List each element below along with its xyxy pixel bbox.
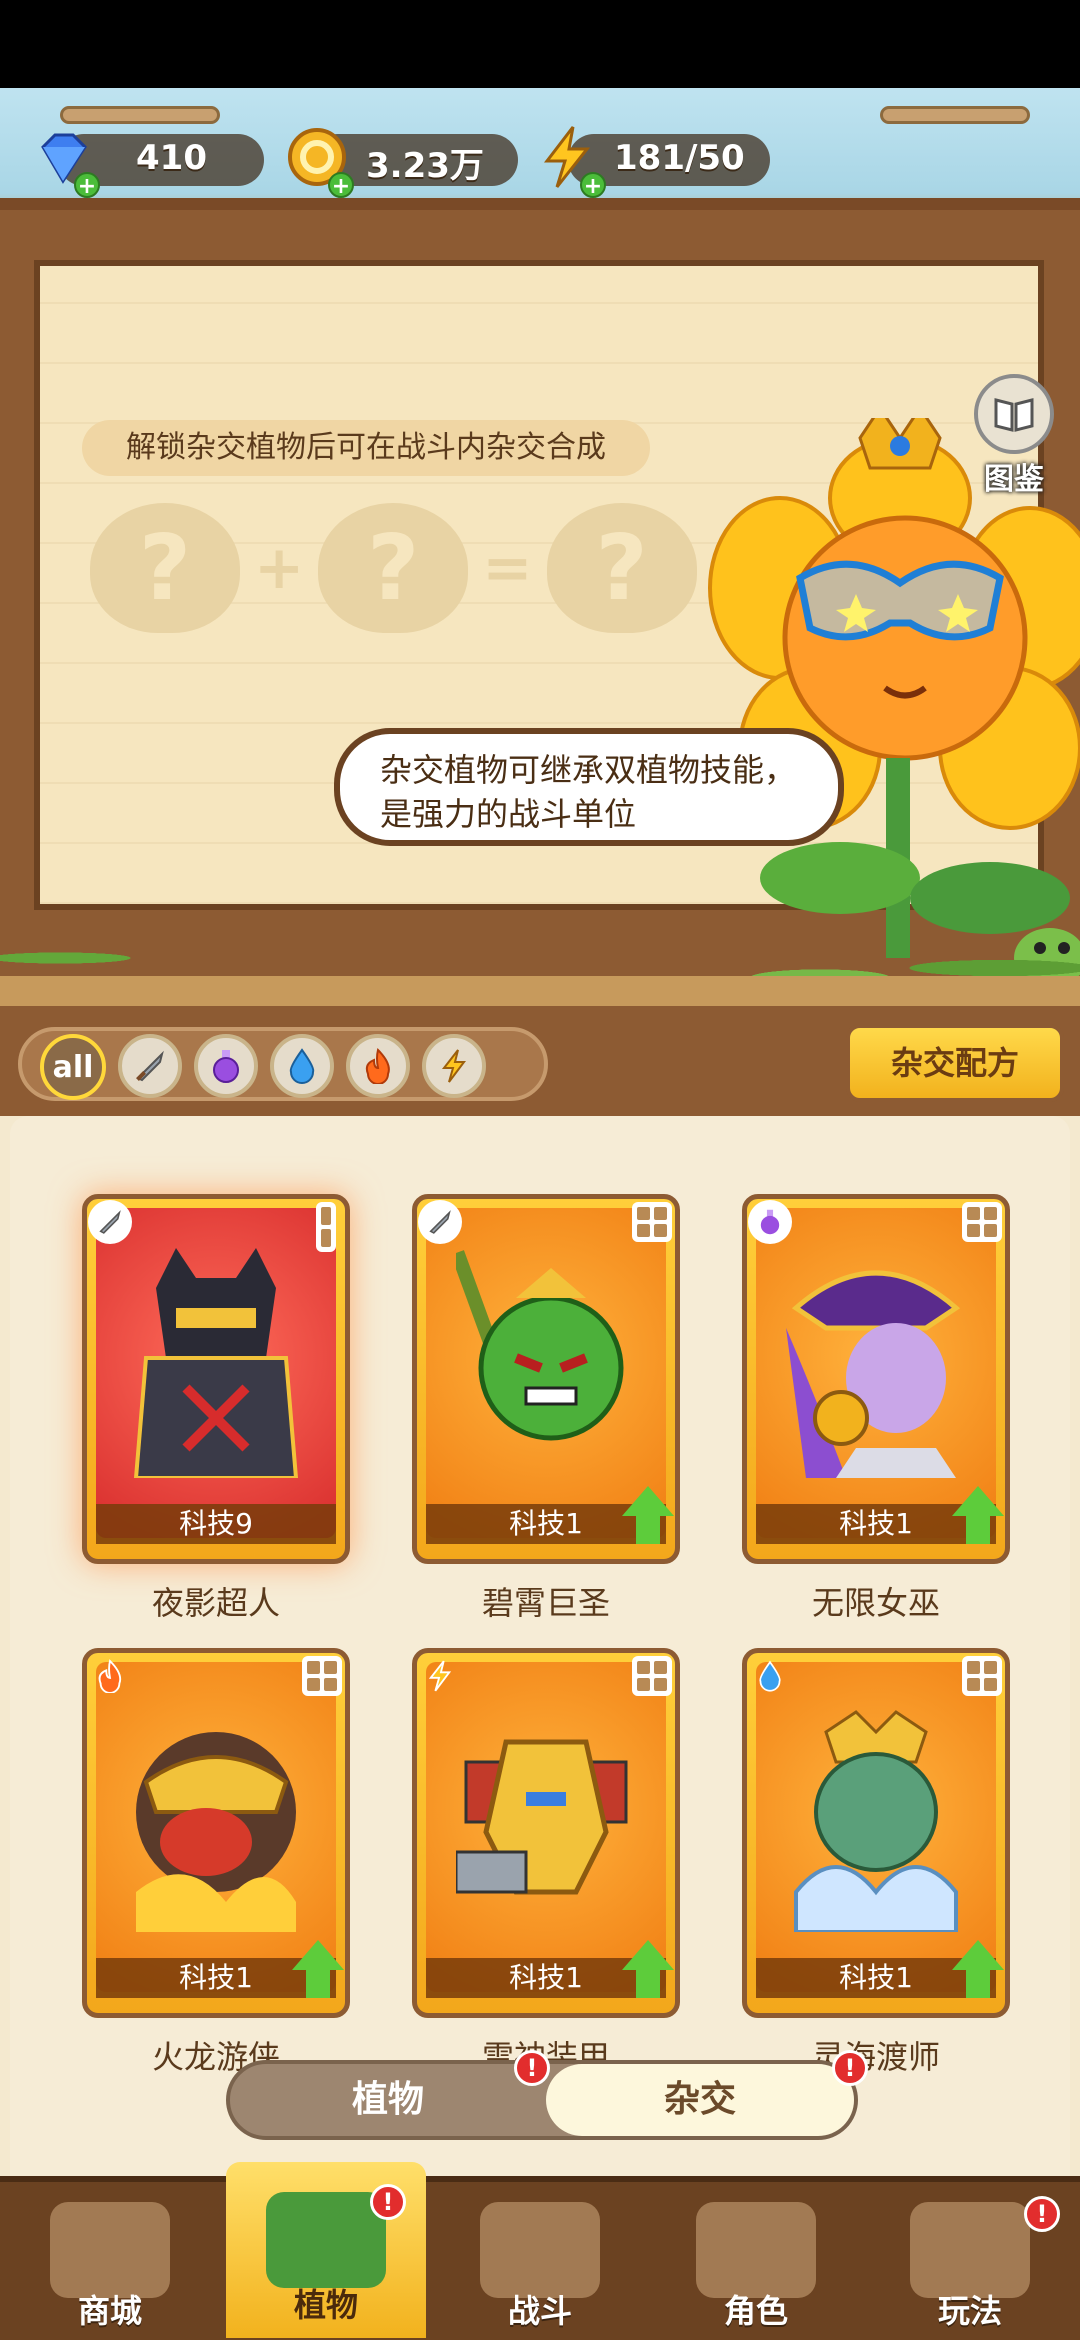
upgrade-arrow-stem	[306, 1968, 330, 1998]
ground-strip	[0, 976, 1080, 1006]
plants-icon	[266, 2192, 386, 2288]
plant-card[interactable]: 科技9	[82, 1194, 350, 1564]
add-coins-icon[interactable]: +	[328, 172, 354, 199]
filter-bar: all 杂交配方	[0, 1006, 1080, 1116]
sword-icon[interactable]	[118, 1034, 182, 1098]
coin-count: 3.23万	[366, 146, 484, 186]
bottom-nav: 商城 植物 战斗 角色 玩法	[0, 2162, 1080, 2340]
nav-character[interactable]: 角色	[656, 2188, 856, 2340]
unknown-plant-icon: ?	[318, 503, 469, 633]
game-scene: + 410 + 3.23万 + 181/50 解锁杂交植物后可在战斗内杂交合成 …	[0, 88, 1080, 2340]
water-drop-icon	[748, 1654, 792, 1698]
filter-all[interactable]: all	[40, 1034, 106, 1100]
fire-icon	[88, 1654, 132, 1698]
plants-nav-alert-badge: !	[370, 2184, 406, 2220]
fire-icon[interactable]	[346, 1034, 410, 1098]
nav-label: 商城	[77, 2292, 142, 2330]
fire-dragon-ranger-art	[136, 1732, 296, 1932]
plant-card[interactable]: 科技1	[742, 1648, 1010, 2018]
upgrade-arrow-stem	[636, 1968, 660, 1998]
plants-alert-badge: !	[514, 2050, 550, 2086]
nav-label: 植物	[293, 2286, 358, 2324]
hybrid-recipe-button[interactable]: 杂交配方	[846, 1024, 1064, 1102]
grid-icon[interactable]	[962, 1202, 1002, 1242]
nav-label: 角色	[723, 2292, 788, 2330]
spirit-sea-ferryman-art	[794, 1710, 958, 1932]
upgrade-arrow-icon	[622, 1486, 674, 1516]
card-name: 夜影超人	[151, 1584, 280, 1622]
nav-label: 玩法	[937, 2292, 1002, 2330]
jade-sage-art	[456, 1250, 624, 1441]
grid-icon[interactable]	[632, 1202, 672, 1242]
potion-icon[interactable]	[194, 1034, 258, 1098]
hybrid-alert-badge: !	[832, 2050, 868, 2086]
unknown-plant-icon: ?	[546, 503, 697, 633]
crossed-swords-icon	[480, 2202, 600, 2298]
character-icon	[696, 2202, 816, 2298]
more-options-icon[interactable]	[316, 1202, 336, 1252]
tab-hybrid[interactable]: 杂交	[546, 2064, 854, 2136]
sword-icon	[418, 1200, 462, 1244]
rope-decoration	[880, 106, 1030, 124]
add-energy-icon[interactable]: +	[580, 172, 606, 199]
grid-icon[interactable]	[632, 1656, 672, 1696]
plant-card[interactable]: 科技1	[412, 1194, 680, 1564]
upgrade-arrow-stem	[966, 1968, 990, 1998]
plant-card[interactable]: 科技1	[82, 1648, 350, 2018]
lightning-icon	[418, 1654, 462, 1698]
fusion-formula: ? + ? = ?	[90, 503, 697, 633]
upgrade-arrow-icon	[622, 1940, 674, 1970]
thunder-armor-art	[456, 1739, 628, 1895]
card-name: 无限女巫	[811, 1584, 940, 1622]
unlock-hint: 解锁杂交植物后可在战斗内杂交合成	[82, 420, 650, 476]
unknown-plant-icon: ?	[90, 503, 240, 633]
infinite-witch-art	[786, 1270, 961, 1478]
mascot-speech-bubble: 杂交植物可继承双植物技能，是强力的战斗单位	[334, 728, 844, 846]
upgrade-arrow-stem	[966, 1514, 990, 1544]
nav-label: 战斗	[507, 2292, 572, 2330]
water-drop-icon[interactable]	[270, 1034, 334, 1098]
nav-battle[interactable]: 战斗	[440, 2188, 640, 2340]
grid-icon[interactable]	[302, 1656, 342, 1696]
gem-count: 410	[136, 138, 207, 178]
plus-sign: +	[254, 533, 305, 603]
modes-icon	[910, 2202, 1030, 2298]
upgrade-arrow-icon	[952, 1486, 1004, 1516]
energy-count: 181/50	[614, 138, 745, 178]
tab-plants[interactable]: 植物	[230, 2064, 546, 2136]
shop-icon	[50, 2202, 170, 2298]
upgrade-arrow-icon	[952, 1940, 1004, 1970]
upgrade-arrow-icon	[292, 1940, 344, 1970]
modes-nav-alert-badge: !	[1024, 2196, 1060, 2232]
grid-icon[interactable]	[962, 1656, 1002, 1696]
plant-card[interactable]: 科技1	[742, 1194, 1010, 1564]
status-bar	[0, 0, 1080, 88]
upgrade-arrow-stem	[636, 1514, 660, 1544]
lightning-icon[interactable]	[422, 1034, 486, 1098]
plant-card[interactable]: 科技1	[412, 1648, 680, 2018]
tech-level: 科技9	[96, 1504, 336, 1544]
card-art	[96, 1208, 336, 1538]
card-name: 碧霄巨圣	[481, 1584, 610, 1622]
add-gems-icon[interactable]: +	[74, 172, 100, 199]
nav-shop[interactable]: 商城	[10, 2188, 210, 2340]
potion-icon	[748, 1200, 792, 1244]
night-shadow-hero-art	[133, 1248, 299, 1478]
equals-sign: =	[482, 533, 533, 603]
sword-icon	[88, 1200, 132, 1244]
